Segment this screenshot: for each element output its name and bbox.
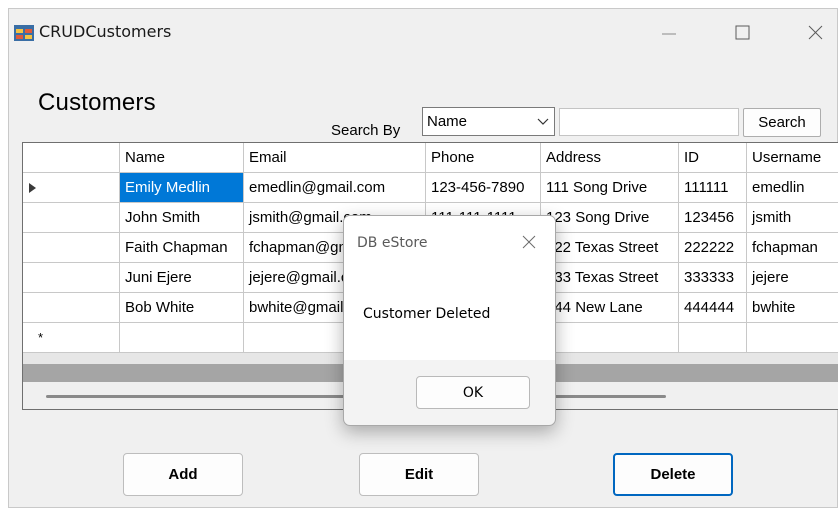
chevron-down-icon [537,118,549,125]
table-cell[interactable]: emedlin@gmail.com [244,173,426,203]
table-cell[interactable] [541,323,679,353]
grid-header-row: Name Email Phone Address ID Username [23,143,838,173]
new-row-marker: * [38,330,44,345]
maximize-icon[interactable] [722,19,762,47]
close-icon[interactable] [795,19,835,47]
ok-button[interactable]: OK [416,376,530,409]
table-cell[interactable] [120,323,244,353]
title-bar[interactable]: CRUDCustomers [9,9,837,53]
column-header[interactable]: Name [120,143,244,173]
table-cell[interactable]: 333 Texas Street [541,263,679,293]
column-header[interactable]: Email [244,143,426,173]
page-title: Customers [38,89,156,116]
table-cell[interactable]: 123456 [679,203,747,233]
table-cell[interactable]: 333333 [679,263,747,293]
add-button[interactable]: Add [123,453,243,496]
table-cell[interactable]: Faith Chapman [120,233,244,263]
row-header[interactable] [23,233,120,263]
search-by-label: Search By [331,122,401,139]
table-cell[interactable]: Emily Medlin [120,173,244,203]
dialog-message: Customer Deleted [363,306,491,322]
table-cell[interactable]: bwhite [747,293,838,323]
search-field-dropdown[interactable]: Name [422,107,555,136]
column-header[interactable]: ID [679,143,747,173]
table-cell[interactable]: 111111 [679,173,747,203]
row-header[interactable] [23,293,120,323]
search-button[interactable]: Search [743,108,821,137]
dialog-title: DB eStore [357,235,428,251]
window-title: CRUDCustomers [39,22,172,41]
grid-corner-header[interactable] [23,143,120,173]
row-header[interactable] [23,203,120,233]
search-field-value: Name [427,113,468,130]
table-cell[interactable]: Bob White [120,293,244,323]
column-header[interactable]: Username [747,143,838,173]
table-cell[interactable] [679,323,747,353]
edit-button[interactable]: Edit [359,453,479,496]
delete-button[interactable]: Delete [613,453,733,496]
app-form-icon [14,25,34,41]
minimize-icon[interactable] [649,19,689,47]
table-cell[interactable]: 123-456-7890 [426,173,541,203]
table-cell[interactable]: 222 Texas Street [541,233,679,263]
table-cell[interactable]: 222222 [679,233,747,263]
table-cell[interactable] [747,323,838,353]
table-cell[interactable]: John Smith [120,203,244,233]
table-cell[interactable]: 123 Song Drive [541,203,679,233]
search-input[interactable] [559,108,739,136]
current-row-arrow-icon [29,183,36,193]
table-cell[interactable]: 444 New Lane [541,293,679,323]
table-cell[interactable]: jejere [747,263,838,293]
column-header[interactable]: Address [541,143,679,173]
message-box-dialog: DB eStore Customer Deleted OK [343,215,556,426]
row-header[interactable] [23,173,120,203]
table-cell[interactable]: 444444 [679,293,747,323]
close-icon[interactable] [520,233,538,251]
table-cell[interactable]: emedlin [747,173,838,203]
table-cell[interactable]: 111 Song Drive [541,173,679,203]
column-header[interactable]: Phone [426,143,541,173]
table-cell[interactable]: jsmith [747,203,838,233]
table-cell[interactable]: Juni Ejere [120,263,244,293]
row-header[interactable]: * [23,323,120,353]
table-row[interactable]: Emily Medlin emedlin@gmail.com 123-456-789… [23,173,838,203]
row-header[interactable] [23,263,120,293]
table-cell[interactable]: fchapman [747,233,838,263]
